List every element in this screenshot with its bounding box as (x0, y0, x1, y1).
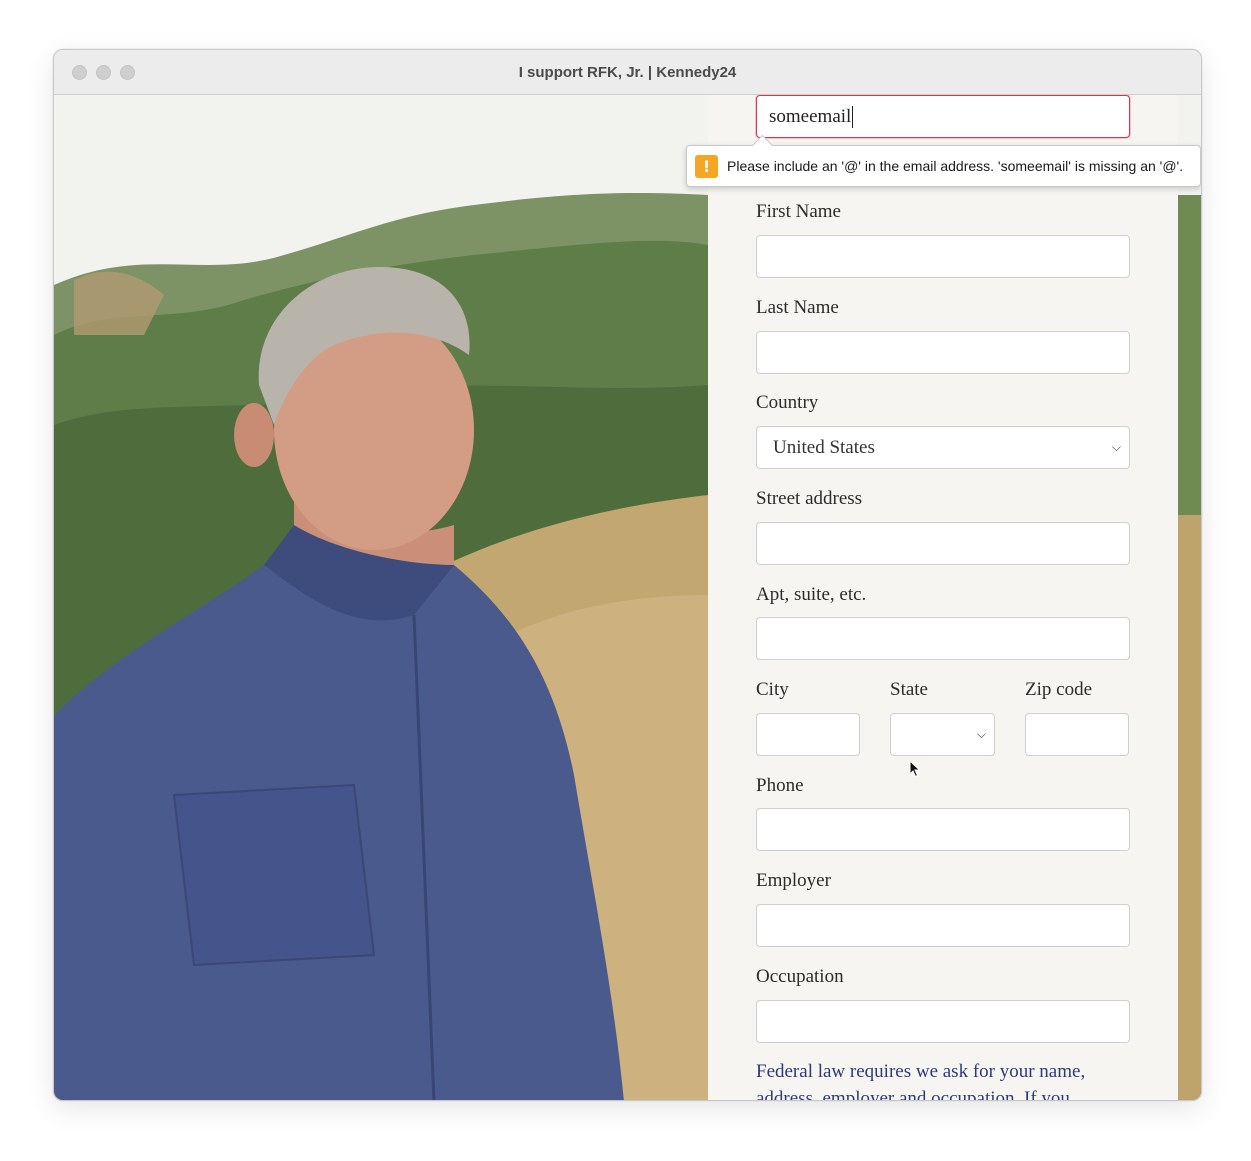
chevron-down-icon: ⌵ (1111, 440, 1121, 454)
employer-label: Employer (756, 870, 831, 891)
federal-law-disclaimer: Federal law requires we ask for your nam… (756, 1061, 1086, 1101)
country-select[interactable]: United States ⌵ (756, 426, 1130, 469)
email-validation-tooltip: ! Please include an '@' in the email add… (686, 145, 1201, 187)
state-select[interactable]: ⌵ (890, 713, 995, 756)
occupation-label: Occupation (756, 966, 844, 987)
first-name-label: First Name (756, 201, 841, 222)
text-caret (852, 105, 854, 128)
city-label: City (756, 679, 789, 700)
window-title: I support RFK, Jr. | Kennedy24 (518, 64, 737, 81)
last-name-field[interactable] (756, 331, 1130, 374)
street-address-label: Street address (756, 488, 863, 509)
apt-field[interactable] (756, 617, 1130, 660)
phone-field[interactable] (756, 808, 1130, 851)
zip-code-label: Zip code (1025, 679, 1093, 700)
email-value: someemail (769, 105, 852, 127)
last-name-label: Last Name (756, 297, 839, 318)
street-address-field[interactable] (756, 522, 1130, 565)
page-viewport: someemail First Name Last Name Country U… (54, 95, 1201, 1101)
title-bar: I support RFK, Jr. | Kennedy24 (54, 50, 1201, 95)
zip-code-field[interactable] (1025, 713, 1129, 756)
state-label: State (890, 679, 928, 700)
country-label: Country (756, 392, 819, 413)
validation-message: Please include an '@' in the email addre… (727, 158, 1184, 174)
mouse-cursor-icon (909, 760, 921, 778)
occupation-field[interactable] (756, 1000, 1130, 1043)
country-selected-value: United States (773, 436, 875, 458)
city-field[interactable] (756, 713, 860, 756)
chevron-down-icon: ⌵ (976, 727, 986, 741)
signup-form-panel: someemail First Name Last Name Country U… (708, 95, 1178, 1101)
phone-label: Phone (756, 775, 804, 796)
warning-icon: ! (695, 154, 718, 178)
apt-label: Apt, suite, etc. (756, 584, 867, 605)
browser-window: I support RFK, Jr. | Kennedy24 someemail… (53, 49, 1202, 1101)
employer-field[interactable] (756, 904, 1130, 947)
first-name-field[interactable] (756, 235, 1130, 278)
email-field[interactable]: someemail (756, 95, 1130, 138)
